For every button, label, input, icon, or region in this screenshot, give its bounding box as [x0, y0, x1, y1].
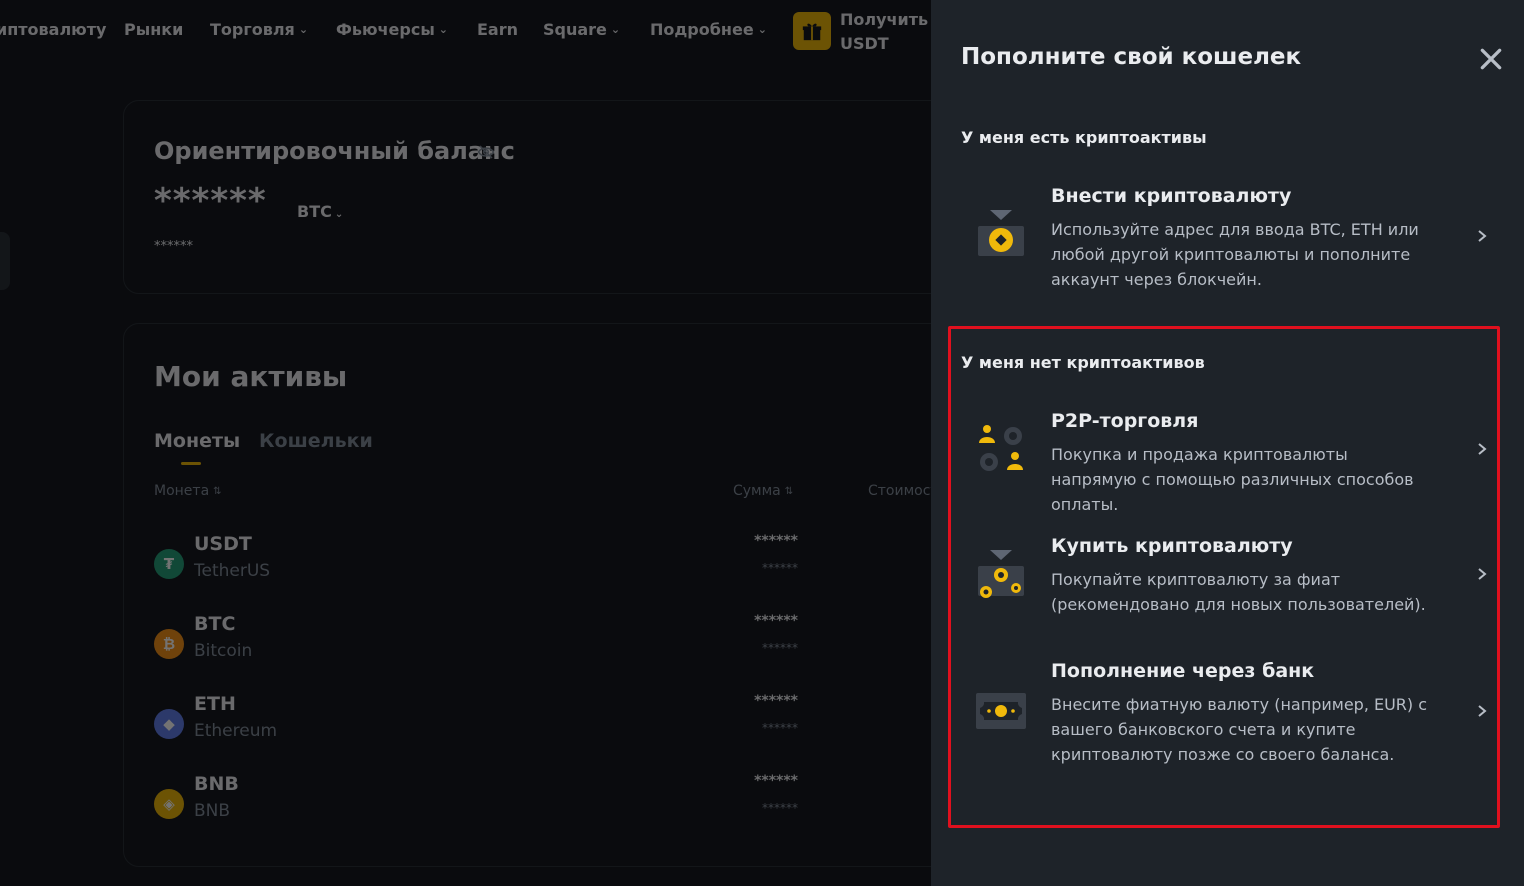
- usdt-coin-icon: ₮: [154, 549, 184, 579]
- coin-amount-sub: ******: [762, 721, 798, 735]
- coin-name: TetherUS: [194, 561, 271, 581]
- btc-coin-icon: ₿: [154, 629, 184, 659]
- table-row[interactable]: ₮ USDT TetherUS ****** ******: [154, 533, 931, 593]
- option-title: P2P-торговля: [1051, 410, 1199, 432]
- p2p-icon: [979, 425, 1023, 471]
- nav-item-square[interactable]: Square ⌄: [543, 20, 620, 39]
- section-no-crypto: У меня нет криптоактивов: [961, 353, 1205, 372]
- coin-amount: ******: [754, 533, 798, 549]
- option-title: Внести криптовалюту: [1051, 185, 1292, 207]
- sort-icon: ⇅: [213, 486, 222, 497]
- chevron-down-icon: ⌄: [438, 23, 448, 36]
- balance-title: Ориентировочный баланс: [154, 137, 515, 165]
- coin-name: Ethereum: [194, 721, 278, 741]
- chevron-right-icon: [1478, 443, 1487, 455]
- top-navigation: иптовалюту Рынки Торговля ⌄ Фьючерсы ⌄ Ear…: [0, 0, 931, 62]
- nav-item-buy-crypto[interactable]: иптовалюту: [0, 20, 106, 39]
- option-description: Покупайте криптовалюту за фиат (рекоменд…: [1051, 570, 1426, 614]
- gift-icon[interactable]: [793, 12, 831, 50]
- tab-wallets[interactable]: Кошельки: [259, 430, 373, 452]
- chevron-down-icon: ⌄: [334, 209, 344, 220]
- balance-card: Ориентировочный баланс ****** BTC ⌄ *****…: [123, 100, 931, 294]
- option-description: Используйте адрес для ввода BTC, ETH или…: [1051, 220, 1419, 289]
- option-deposit-crypto[interactable]: Внести криптовалюту Используйте адрес дл…: [961, 185, 1501, 295]
- column-header-coin[interactable]: Монета ⇅: [154, 483, 222, 499]
- balance-sub-value: ******: [154, 239, 193, 254]
- eye-off-icon[interactable]: [477, 143, 495, 161]
- table-row[interactable]: ◈ BNB BNB ****** ******: [154, 773, 931, 833]
- coin-amount: ******: [754, 613, 798, 629]
- deposit-drawer: Пополните свой кошелек У меня есть крипт…: [931, 0, 1524, 886]
- column-header-value[interactable]: Стоимост: [868, 483, 931, 499]
- coin-amount-sub: ******: [762, 801, 798, 815]
- coin-symbol: ETH: [194, 693, 236, 715]
- sidebar-tab[interactable]: [0, 232, 10, 290]
- table-row[interactable]: ◆ ETH Ethereum ****** ******: [154, 693, 931, 753]
- coin-symbol: BNB: [194, 773, 239, 795]
- balance-currency-select[interactable]: BTC ⌄: [297, 202, 343, 221]
- balance-value: ******: [154, 181, 267, 221]
- chevron-down-icon: ⌄: [610, 23, 621, 36]
- nav-item-futures[interactable]: Фьючерсы ⌄: [336, 20, 448, 39]
- coin-amount: ******: [754, 773, 798, 789]
- nav-item-markets[interactable]: Рынки: [124, 20, 183, 39]
- coin-symbol: BTC: [194, 613, 236, 635]
- chevron-down-icon: ⌄: [298, 23, 309, 36]
- chevron-right-icon: [1478, 705, 1487, 717]
- table-row[interactable]: ₿ BTC Bitcoin ****** ******: [154, 613, 931, 673]
- nav-item-more[interactable]: Подробнее ⌄: [650, 20, 767, 39]
- buy-crypto-icon: [978, 550, 1024, 598]
- nav-item-earn[interactable]: Earn: [477, 20, 518, 39]
- eth-coin-icon: ◆: [154, 709, 184, 739]
- column-header-amount[interactable]: Сумма ⇅: [733, 483, 793, 499]
- coin-name: Bitcoin: [194, 641, 253, 661]
- active-tab-indicator: [181, 462, 201, 465]
- option-p2p-trading[interactable]: P2P-торговля Покупка и продажа криптовал…: [961, 410, 1501, 514]
- option-description: Внесите фиатную валюту (например, EUR) с…: [1051, 695, 1428, 764]
- chevron-down-icon: ⌄: [757, 23, 767, 36]
- close-icon[interactable]: [1478, 46, 1504, 72]
- coin-amount-sub: ******: [762, 641, 798, 655]
- tab-coins[interactable]: Монеты: [154, 430, 240, 452]
- coin-amount-sub: ******: [762, 561, 798, 575]
- bnb-coin-icon: ◈: [154, 789, 184, 819]
- background-page: иптовалюту Рынки Торговля ⌄ Фьючерсы ⌄ Ear…: [0, 0, 931, 886]
- assets-title: Мои активы: [154, 360, 348, 393]
- bank-deposit-icon: [976, 693, 1026, 729]
- drawer-title: Пополните свой кошелек: [961, 44, 1302, 70]
- assets-card: Мои активы Монеты Кошельки Монета ⇅ Сумма…: [123, 323, 931, 867]
- option-buy-crypto[interactable]: Купить криптовалюту Покупайте криптовалю…: [961, 535, 1501, 625]
- coin-symbol: USDT: [194, 533, 252, 555]
- sort-icon: ⇅: [784, 486, 794, 497]
- section-have-crypto: У меня есть криптоактивы: [961, 128, 1207, 147]
- coin-amount: ******: [754, 693, 798, 709]
- deposit-crypto-icon: [978, 210, 1024, 256]
- chevron-right-icon: [1478, 230, 1487, 242]
- chevron-right-icon: [1478, 568, 1487, 580]
- option-title: Пополнение через банк: [1051, 660, 1315, 682]
- option-description: Покупка и продажа криптовалюты напрямую …: [1051, 445, 1414, 514]
- option-bank-deposit[interactable]: Пополнение через банк Внесите фиатную ва…: [961, 660, 1501, 770]
- coin-name: BNB: [194, 801, 231, 821]
- nav-item-trade[interactable]: Торговля ⌄: [210, 20, 308, 39]
- option-title: Купить криптовалюту: [1051, 535, 1293, 557]
- promo-text[interactable]: Получить 1 USDT: [840, 8, 931, 56]
